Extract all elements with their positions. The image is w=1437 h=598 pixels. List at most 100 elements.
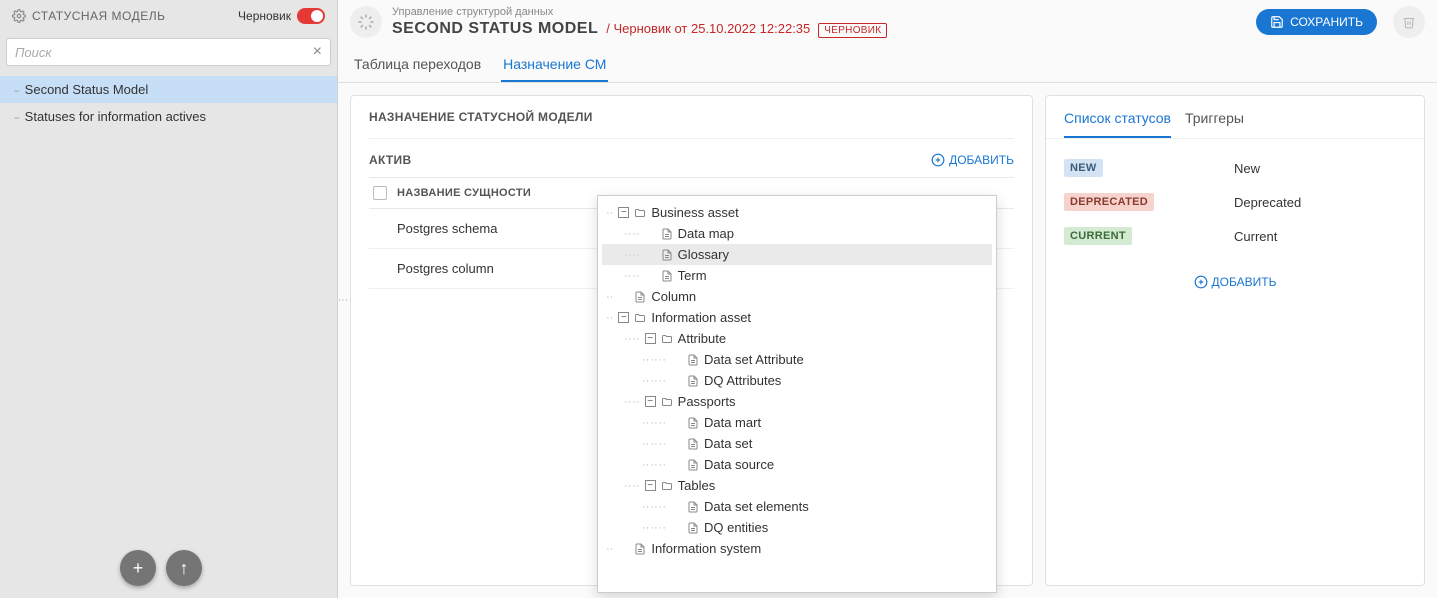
- tree-node-label: Glossary: [678, 247, 729, 262]
- clear-icon[interactable]: ×: [313, 43, 322, 61]
- status-row[interactable]: CURRENTCurrent: [1064, 219, 1406, 253]
- document-icon: [660, 249, 674, 261]
- tree-toggle-icon[interactable]: −: [618, 207, 629, 218]
- main-tab[interactable]: Таблица переходов: [352, 50, 483, 82]
- tree-node[interactable]: ···· Glossary: [602, 244, 992, 265]
- document-icon: [686, 501, 700, 513]
- header: Управление структурой данных SECOND STAT…: [338, 0, 1437, 44]
- tree-node-label: DQ Attributes: [704, 373, 781, 388]
- status-model-item[interactable]: Statuses for information actives: [0, 103, 337, 130]
- main-tab[interactable]: Назначение СМ: [501, 50, 608, 82]
- statuses-panel: Список статусов Триггеры NEW New DEPRECATED…: [1045, 95, 1425, 586]
- document-icon: [633, 291, 647, 303]
- sidebar: СТАТУСНАЯ МОДЕЛЬ Черновик × Second Statu…: [0, 0, 338, 598]
- delete-button[interactable]: [1393, 6, 1425, 38]
- document-icon: [686, 459, 700, 471]
- document-icon: [686, 375, 700, 387]
- tree-node-label: Term: [678, 268, 707, 283]
- page-title: SECOND STATUS MODEL: [392, 20, 598, 38]
- save-button[interactable]: СОХРАНИТЬ: [1256, 9, 1377, 35]
- draft-toggle-label: Черновик: [238, 9, 291, 23]
- folder-icon: [660, 480, 674, 492]
- tree-toggle-icon[interactable]: −: [645, 396, 656, 407]
- right-tab[interactable]: Список статусов: [1064, 106, 1171, 138]
- up-button[interactable]: ↑: [166, 550, 202, 586]
- document-icon: [686, 417, 700, 429]
- folder-icon: [660, 396, 674, 408]
- status-badge: DEPRECATED: [1064, 193, 1154, 211]
- tree-node-label: Attribute: [678, 331, 726, 346]
- entity-tree-popup[interactable]: ··−Business asset ···· Data map ···· Glossar…: [597, 195, 997, 593]
- tree-guide-icon: ····: [624, 480, 641, 492]
- plus-circle-icon: [931, 153, 945, 167]
- select-all-checkbox[interactable]: [373, 186, 387, 200]
- tree-node-label: Data source: [704, 457, 774, 472]
- tree-node-label: Passports: [678, 394, 736, 409]
- save-icon: [1270, 15, 1284, 29]
- assignment-panel-title: НАЗНАЧЕНИЕ СТАТУСНОЙ МОДЕЛИ: [351, 96, 1032, 138]
- tree-node[interactable]: ······Data mart: [602, 412, 992, 433]
- tree-guide-icon: ····: [624, 333, 641, 345]
- main-tabs: Таблица переходов Назначение СМ: [338, 44, 1437, 83]
- asset-header: АКТИВ ДОБАВИТЬ: [351, 139, 1032, 177]
- tree-node[interactable]: ······Data set: [602, 433, 992, 454]
- tree-node[interactable]: ···· Term: [602, 265, 992, 286]
- tree-guide-icon: ····: [624, 249, 641, 261]
- draft-toggle[interactable]: [297, 8, 325, 24]
- tree-node-label: Information asset: [651, 310, 751, 325]
- tree-node[interactable]: ······DQ Attributes: [602, 370, 992, 391]
- tree-toggle-icon[interactable]: −: [645, 480, 656, 491]
- add-status-button[interactable]: ДОБАВИТЬ: [1194, 275, 1277, 289]
- document-icon: [686, 522, 700, 534]
- tree-node-label: Data map: [678, 226, 734, 241]
- status-row[interactable]: DEPRECATED Deprecated: [1064, 185, 1406, 219]
- add-asset-label: ДОБАВИТЬ: [949, 153, 1014, 167]
- tree-guide-icon: ····: [624, 270, 641, 282]
- sidebar-title-text: СТАТУСНАЯ МОДЕЛЬ: [32, 9, 166, 23]
- tree-node-label: Information system: [651, 541, 761, 556]
- tree-node[interactable]: ···· Data map: [602, 223, 992, 244]
- draft-badge: ЧЕРНОВИК: [818, 23, 887, 38]
- add-button[interactable]: +: [120, 550, 156, 586]
- status-label: New: [1234, 161, 1406, 176]
- status-row[interactable]: NEW New: [1064, 151, 1406, 185]
- tree-toggle-icon[interactable]: −: [618, 312, 629, 323]
- tree-node[interactable]: ··Information system: [602, 538, 992, 559]
- tree-node[interactable]: ······Data set elements: [602, 496, 992, 517]
- status-label: Deprecated: [1234, 195, 1406, 210]
- tree-node[interactable]: ······Data source: [602, 454, 992, 475]
- tree-node[interactable]: ······ DQ entities: [602, 517, 992, 538]
- tree-guide-icon: ····: [624, 396, 641, 408]
- tree-guide-icon: ······: [642, 438, 667, 450]
- add-status-label: ДОБАВИТЬ: [1212, 275, 1277, 289]
- tree-guide-icon: ······: [642, 417, 667, 429]
- right-tab[interactable]: Триггеры: [1185, 106, 1244, 138]
- header-title-row: SECOND STATUS MODEL / Черновик от 25.10.…: [392, 20, 1246, 38]
- status-model-list: Second Status ModelStatuses for informat…: [0, 72, 337, 134]
- tree-node[interactable]: ··− Information asset: [602, 307, 992, 328]
- status-badge: NEW: [1064, 159, 1103, 177]
- status-model-item[interactable]: Second Status Model: [0, 76, 337, 103]
- tree-node[interactable]: ··Column: [602, 286, 992, 307]
- status-badge: CURRENT: [1064, 227, 1132, 245]
- add-asset-button[interactable]: ДОБАВИТЬ: [931, 153, 1014, 167]
- tree-node-label: DQ entities: [704, 520, 768, 535]
- right-tabs: Список статусов Триггеры: [1046, 96, 1424, 139]
- tree-node[interactable]: ····− Passports: [602, 391, 992, 412]
- tree-node[interactable]: ··−Business asset: [602, 202, 992, 223]
- sidebar-title: СТАТУСНАЯ МОДЕЛЬ: [12, 9, 166, 23]
- tree-node-label: Data set Attribute: [704, 352, 804, 367]
- document-icon: [633, 543, 647, 555]
- tree-node[interactable]: ····− Attribute: [602, 328, 992, 349]
- tree-node[interactable]: ····−Tables: [602, 475, 992, 496]
- document-icon: [660, 270, 674, 282]
- tree-guide-icon: ····: [624, 228, 641, 240]
- tree-guide-icon: ··: [606, 312, 614, 324]
- search-input[interactable]: [15, 45, 313, 60]
- tree-guide-icon: ······: [642, 522, 667, 534]
- tree-node[interactable]: ······Data set Attribute: [602, 349, 992, 370]
- tree-toggle-icon[interactable]: −: [645, 333, 656, 344]
- sidebar-fabs: + ↑: [120, 550, 202, 586]
- save-button-label: СОХРАНИТЬ: [1290, 15, 1363, 29]
- resize-handle-icon[interactable]: ⋮: [337, 295, 348, 303]
